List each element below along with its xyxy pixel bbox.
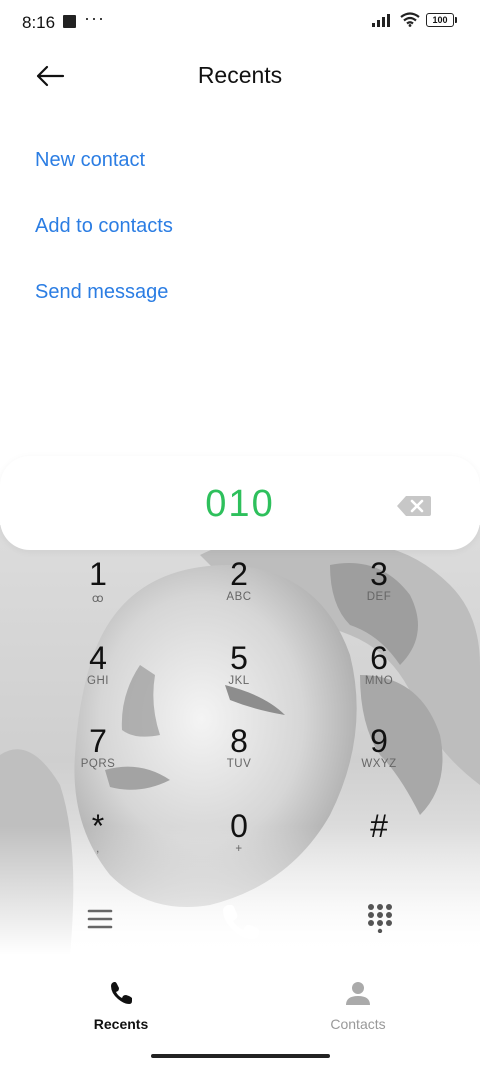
home-indicator[interactable] <box>151 1054 330 1058</box>
key-digit: 6 <box>370 640 388 676</box>
battery-icon: 100 <box>426 12 457 27</box>
key-hash[interactable]: # <box>319 807 439 887</box>
signal-icon <box>372 13 390 27</box>
key-digit: 9 <box>370 723 388 759</box>
menu-icon <box>87 909 113 929</box>
status-bar: 8:16 ··· 100 <box>0 0 480 46</box>
key-letters: WXYZ <box>361 758 397 770</box>
tab-recents[interactable]: Recents <box>51 979 191 1032</box>
dialpad-toggle-button[interactable] <box>364 901 396 934</box>
status-icons: 100 <box>372 12 457 27</box>
page-title: Recents <box>197 62 283 88</box>
action-list: New contact Add to contacts Send message <box>35 140 173 338</box>
key-2[interactable]: 2 ABC <box>179 555 299 635</box>
tab-label: Recents <box>93 1016 149 1032</box>
key-digit: # <box>370 808 388 844</box>
header: Recents <box>0 52 480 102</box>
backspace-button[interactable] <box>396 494 432 518</box>
call-button[interactable] <box>214 899 264 943</box>
key-8[interactable]: 8 TUV <box>179 722 299 802</box>
tab-contacts[interactable]: Contacts <box>288 979 428 1032</box>
key-digit: * <box>91 808 105 844</box>
key-letters: TUV <box>226 758 252 770</box>
add-to-contacts-link[interactable]: Add to contacts <box>35 206 173 272</box>
key-digit: 3 <box>370 556 388 592</box>
voicemail-icon: ꝏ <box>91 593 105 605</box>
key-letters: + <box>235 843 243 855</box>
key-letters: PQRS <box>80 758 116 770</box>
more-notifications-icon: ··· <box>84 8 105 28</box>
dialpad-icon <box>368 904 392 934</box>
menu-button[interactable] <box>84 903 116 935</box>
status-time: 8:16 <box>22 13 56 32</box>
key-letters: MNO <box>364 675 394 687</box>
bottom-navigation: Recents Contacts <box>0 955 480 1067</box>
notification-square-icon <box>63 15 76 28</box>
key-6[interactable]: 6 MNO <box>319 639 439 719</box>
key-0[interactable]: 0 + <box>179 807 299 887</box>
wifi-icon <box>400 12 420 27</box>
key-letters: DEF <box>366 591 392 603</box>
dialer-actions <box>0 895 480 945</box>
key-digit: 8 <box>230 723 248 759</box>
key-4[interactable]: 4 GHI <box>38 639 158 719</box>
phone-icon <box>223 905 259 940</box>
key-letters: JKL <box>228 675 250 687</box>
key-letters: GHI <box>87 675 109 687</box>
phone-icon <box>111 982 132 1004</box>
key-5[interactable]: 5 JKL <box>179 639 299 719</box>
new-contact-link[interactable]: New contact <box>35 140 173 206</box>
key-1[interactable]: 1 ꝏ <box>38 555 158 635</box>
key-7[interactable]: 7 PQRS <box>38 722 158 802</box>
backspace-icon <box>397 496 431 516</box>
key-digit: 7 <box>89 723 107 759</box>
key-digit: 0 <box>230 808 248 844</box>
key-9[interactable]: 9 WXYZ <box>319 722 439 802</box>
key-letters: , <box>96 843 100 855</box>
key-digit: 1 <box>89 556 107 592</box>
person-icon <box>346 982 370 1005</box>
key-3[interactable]: 3 DEF <box>319 555 439 635</box>
send-message-link[interactable]: Send message <box>35 272 173 338</box>
key-star[interactable]: * , <box>38 807 158 887</box>
key-letters: ABC <box>226 591 252 603</box>
key-digit: 5 <box>230 640 248 676</box>
number-display-card: 010 <box>0 456 480 550</box>
key-digit: 2 <box>230 556 248 592</box>
tab-label: Contacts <box>330 1016 386 1032</box>
key-digit: 4 <box>89 640 107 676</box>
